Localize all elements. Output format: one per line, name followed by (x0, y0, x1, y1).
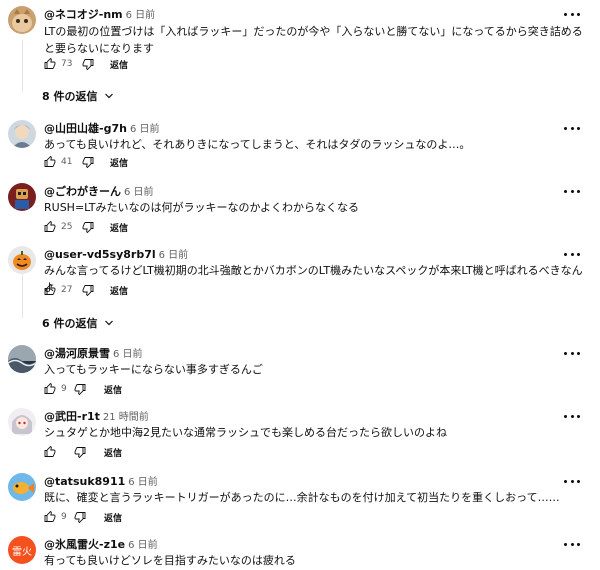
reply-button[interactable]: 返信 (104, 446, 122, 459)
thumbs-up-icon (44, 511, 56, 522)
like-count: 25 (61, 222, 73, 232)
dislike-button[interactable] (82, 218, 94, 236)
more-actions-menu-icon[interactable] (564, 475, 580, 487)
more-actions-menu-icon[interactable] (564, 248, 580, 260)
reply-button[interactable]: 返信 (104, 511, 122, 524)
person-avatar-icon (8, 120, 36, 148)
thread-line (22, 272, 23, 318)
avatar[interactable] (8, 6, 36, 34)
dislike-button[interactable] (82, 281, 94, 299)
dislike-button[interactable] (82, 153, 94, 171)
thumbs-down-icon (82, 285, 94, 296)
more-actions-menu-icon[interactable] (564, 185, 580, 197)
thumbs-up-icon (44, 221, 56, 232)
comment-text: シュタゲとか地中海2見たいな通常ラッシュでも楽しめる台だったら欲しいのよね (44, 426, 447, 439)
avatar[interactable] (8, 473, 36, 501)
more-actions-menu-icon[interactable] (564, 410, 580, 422)
thumbs-up-icon (44, 58, 56, 69)
avatar[interactable] (8, 120, 36, 148)
dislike-button[interactable] (74, 443, 86, 461)
more-actions-menu-icon[interactable] (564, 8, 580, 20)
replies-toggle-label: 6 件の返信 (42, 317, 98, 330)
comment-author[interactable]: @user-vd5sy8rb7l (44, 248, 156, 261)
comment-author[interactable]: @ごわがきーん (44, 185, 121, 198)
comment-time[interactable]: 6 日前 (128, 477, 158, 488)
comment-time[interactable]: 6 日前 (159, 250, 189, 261)
reply-button[interactable]: 返信 (110, 156, 128, 169)
reply-button[interactable]: 返信 (104, 383, 122, 396)
like-button[interactable]: 27 (44, 281, 72, 299)
robot-avatar-icon (8, 183, 36, 211)
wave-avatar-icon (8, 345, 36, 373)
thumbs-up-icon (44, 284, 56, 295)
like-count: 41 (61, 157, 73, 167)
thumbs-up-icon (44, 383, 56, 394)
comment-text: RUSH=LTみたいなのは何がラッキーなのかよくわからなくなる (44, 201, 359, 214)
dislike-button[interactable] (82, 55, 94, 73)
reply-button[interactable]: 返信 (110, 284, 128, 297)
like-button[interactable]: 41 (44, 153, 72, 171)
avatar[interactable] (8, 246, 36, 274)
avatar-text: 雷火 (12, 546, 32, 558)
chevron-down-icon (105, 320, 114, 326)
thread-line (22, 40, 23, 92)
anime-avatar-icon (8, 408, 36, 436)
like-button[interactable]: 73 (44, 55, 72, 73)
comment-text: あっても良いけれど、それありきになってしまうと、それはタダのラッシュなのよ…。 (44, 138, 471, 151)
thumbs-down-icon (82, 222, 94, 233)
thumbs-down-icon (82, 157, 94, 168)
comment-time[interactable]: 6 日前 (128, 540, 158, 551)
comment-text: LTの最初の位置づけは「入ればラッキー」だったのが今や「入らないと勝てない」にな… (44, 25, 583, 55)
replies-toggle[interactable]: 6 件の返信 (42, 315, 115, 331)
like-button[interactable]: 9 (44, 380, 67, 398)
like-count: 9 (61, 384, 67, 394)
more-actions-menu-icon[interactable] (564, 347, 580, 359)
comment-author[interactable]: @tatsuk8911 (44, 475, 125, 488)
replies-toggle-label: 8 件の返信 (42, 90, 98, 103)
avatar[interactable] (8, 345, 36, 373)
thumbs-down-icon (82, 59, 94, 70)
thumbs-up-icon (44, 156, 56, 167)
thumbs-up-icon (44, 446, 56, 457)
reply-button[interactable]: 返信 (110, 58, 128, 71)
comment-time[interactable]: 6 日前 (130, 124, 160, 135)
like-count: 73 (61, 59, 73, 69)
more-actions-menu-icon[interactable] (564, 122, 580, 134)
like-button[interactable]: 9 (44, 508, 67, 526)
replies-toggle[interactable]: 8 件の返信 (42, 88, 115, 104)
comment-author[interactable]: @武田-r1t (44, 410, 100, 423)
like-count: 9 (61, 512, 67, 522)
thumbs-down-icon (74, 512, 86, 523)
avatar[interactable] (8, 408, 36, 436)
comment-text: 有っても良いけどソレを目指すみたいなのは疲れる (44, 554, 296, 567)
reply-button[interactable]: 返信 (110, 221, 128, 234)
comment-author[interactable]: @ネコオジ-nm (44, 8, 123, 21)
pumpkin-avatar-icon (8, 246, 36, 274)
more-actions-menu-icon[interactable] (564, 538, 580, 550)
dislike-button[interactable] (74, 380, 86, 398)
thumbs-down-icon (74, 447, 86, 458)
chevron-down-icon (105, 93, 114, 99)
comment-time[interactable]: 6 日前 (113, 349, 143, 360)
avatar[interactable] (8, 183, 36, 211)
like-button[interactable]: 25 (44, 218, 72, 236)
fish-avatar-icon (8, 473, 36, 501)
comment-author[interactable]: @山田山雄-g7h (44, 122, 127, 135)
dislike-button[interactable] (74, 508, 86, 526)
comment-text: 既に、確変と言うラッキートリガーがあったのに…余計なものを付け加えて初当たりを重… (44, 491, 560, 504)
comment-time[interactable]: 6 日前 (124, 187, 154, 198)
avatar[interactable]: 雷火 (8, 536, 36, 564)
comment-author[interactable]: @湯河原景雪 (44, 347, 110, 360)
thumbs-down-icon (74, 384, 86, 395)
comment-text: 入ってもラッキーにならない事多すぎるんご (44, 363, 263, 376)
comment-time[interactable]: 21 時間前 (103, 412, 149, 423)
comment-author[interactable]: @氷風雷火-z1e (44, 538, 125, 551)
like-count: 27 (61, 285, 73, 295)
like-button[interactable] (44, 443, 56, 461)
cat-avatar-icon (8, 6, 36, 34)
comment-time[interactable]: 6 日前 (126, 10, 156, 21)
